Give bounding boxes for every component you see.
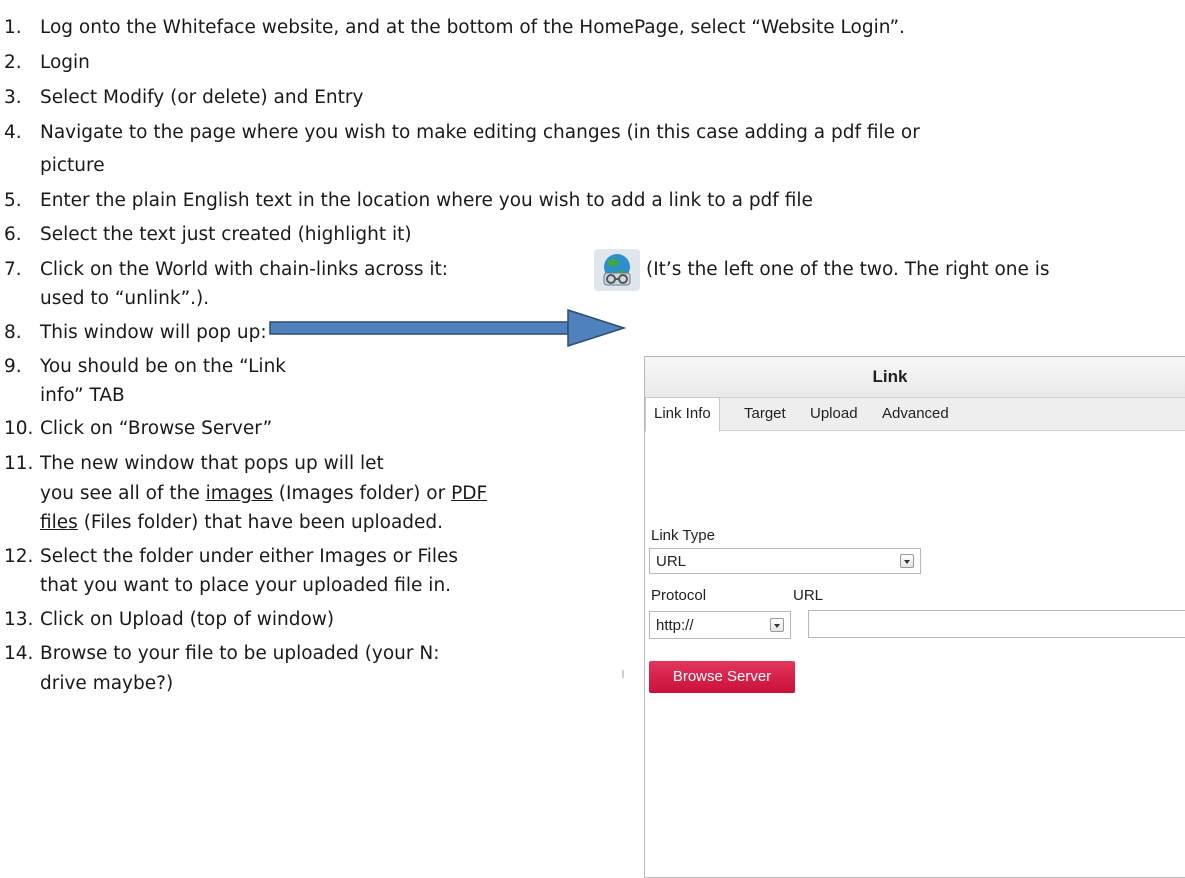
step-text: Enter the plain English text in the loca… (40, 190, 813, 211)
files-link-text: files (40, 512, 78, 533)
step-number: 9. (4, 356, 22, 377)
chevron-down-icon (900, 554, 914, 568)
link-type-value: URL (656, 553, 687, 570)
url-label: URL (793, 587, 824, 604)
step-number: 3. (4, 87, 22, 108)
step-text: Navigate to the page where you wish to m… (40, 122, 920, 143)
protocol-label: Protocol (651, 587, 707, 604)
tab-upload[interactable]: Upload (802, 398, 866, 430)
pdf-link-text: PDF (451, 483, 488, 504)
step-14-continuation: drive maybe?) (40, 673, 174, 694)
dialog-title-bar[interactable]: Link (645, 357, 1185, 398)
step-text-after-icon: (It’s the left one of the two. The right… (646, 259, 1050, 280)
url-input[interactable] (808, 610, 1185, 638)
step-7-continuation: used to “unlink”.). (40, 288, 210, 309)
step-number: 7. (4, 259, 22, 280)
right-arrow-icon (269, 308, 627, 348)
step-text: Select Modify (or delete) and Entry (40, 87, 364, 108)
step-number: 2. (4, 52, 22, 73)
dialog-tabs: Link Info Target Upload Advanced (645, 397, 1185, 432)
divider-mark (622, 670, 624, 678)
step-number: 4. (4, 122, 22, 143)
step-text: This window will pop up: (40, 322, 267, 343)
step-number: 1. (4, 17, 22, 38)
step-number: 5. (4, 190, 22, 211)
step-number: 8. (4, 322, 22, 343)
tab-advanced[interactable]: Advanced (874, 398, 957, 430)
step-text: Log onto the Whiteface website, and at t… (40, 17, 905, 38)
step-text: Click on Upload (top of window) (40, 609, 335, 630)
step-text: You should be on the “Link (40, 356, 287, 377)
step-text: Click on “Browse Server” (40, 418, 273, 439)
step-text: Browse to your file to be uploaded (your… (40, 643, 440, 664)
step-4-continuation: picture (40, 155, 105, 176)
step-number: 14. (4, 643, 34, 664)
step-12-continuation: that you want to place your uploaded fil… (40, 575, 452, 596)
browse-server-button[interactable]: Browse Server (649, 661, 795, 693)
link-dialog: Link Link Info Target Upload Advanced Li… (644, 356, 1185, 878)
step-number: 11. (4, 453, 34, 474)
step-11-continuation: you see all of the images (Images folder… (40, 482, 487, 506)
step-text: Select the folder under either Images or… (40, 546, 459, 567)
link-type-label: Link Type (651, 527, 715, 544)
step-text: (Images folder) or (278, 483, 446, 504)
step-number: 12. (4, 546, 34, 567)
step-text: Click on the World with chain-links acro… (40, 259, 448, 280)
step-number: 10. (4, 418, 34, 439)
chevron-down-icon (770, 618, 784, 632)
tab-target[interactable]: Target (736, 398, 794, 430)
step-number: 6. (4, 224, 22, 245)
images-link-text: images (205, 483, 273, 504)
step-number: 13. (4, 609, 34, 630)
step-text: Select the text just created (highlight … (40, 224, 412, 245)
step-text: The new window that pops up will let (40, 453, 384, 474)
step-9-continuation: info” TAB (40, 385, 125, 406)
protocol-value: http:// (656, 617, 694, 634)
tab-link-info[interactable]: Link Info (645, 397, 720, 432)
protocol-select[interactable]: http:// (649, 611, 791, 639)
step-11-continuation-2: files (Files folder) that have been uplo… (40, 511, 443, 535)
dialog-title: Link (872, 367, 908, 386)
link-type-select[interactable]: URL (649, 548, 921, 574)
step-text: you see all of the (40, 483, 200, 504)
step-text: (Files folder) that have been uploaded. (83, 512, 444, 533)
step-text: Login (40, 52, 90, 73)
globe-chain-link-icon (594, 249, 640, 291)
